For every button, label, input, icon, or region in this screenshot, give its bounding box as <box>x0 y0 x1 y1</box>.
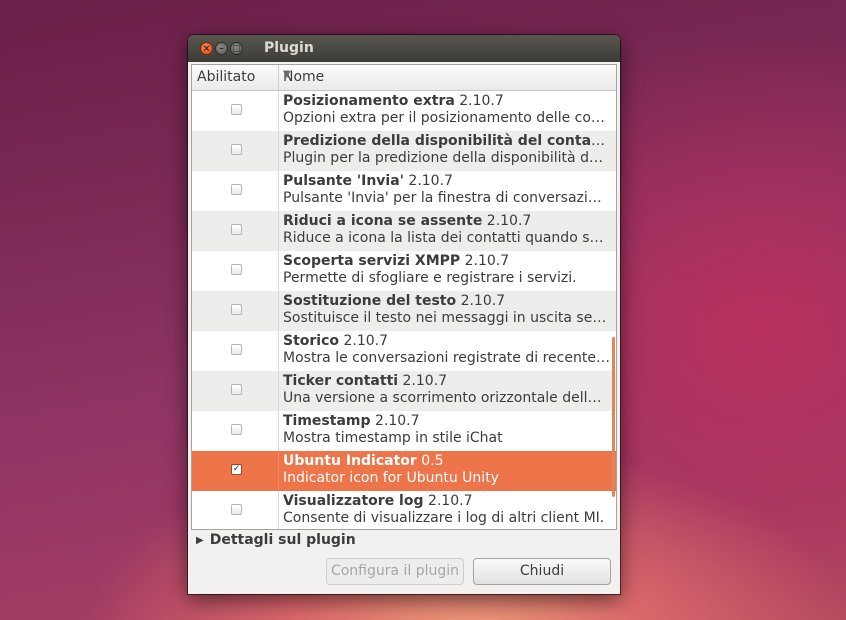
plugin-enabled-checkbox[interactable] <box>231 224 242 235</box>
plugin-title: Posizionamento extra 2.10.7 <box>283 93 610 109</box>
column-divider <box>278 451 279 491</box>
plugin-version: 2.10.7 <box>464 253 510 269</box>
plugin-row[interactable]: Posizionamento extra 2.10.7 Opzioni extra… <box>192 91 616 131</box>
plugin-version: 2.10.7 <box>374 413 420 429</box>
plugin-version: 2.10.7 <box>408 173 453 189</box>
plugin-row[interactable]: Pulsante 'Invia' 2.10.7 Pulsante 'Invia' … <box>192 171 616 211</box>
window-minimize-icon[interactable]: – <box>215 42 228 55</box>
plugin-name: Timestamp <box>283 413 371 429</box>
configure-plugin-button[interactable]: Configura il plugin <box>326 558 464 585</box>
plugin-description: Opzioni extra per il posizionamento dell… <box>283 110 610 126</box>
plugin-enabled-checkbox[interactable] <box>231 384 242 395</box>
plugin-name: Ubuntu Indicator <box>283 453 417 469</box>
column-divider <box>278 211 279 251</box>
plugin-title: Predizione della disponibilità del conta… <box>283 133 610 149</box>
plugin-details-expander[interactable]: ▶ Dettagli sul plugin <box>196 532 356 548</box>
column-header-enabled-label: Abilitato <box>197 69 256 85</box>
plugin-version: 0.5 <box>421 453 444 469</box>
expander-arrow-icon: ▶ <box>196 535 204 546</box>
column-divider <box>278 291 279 331</box>
plugin-description: Plugin per la predizione della disponibi… <box>283 150 610 166</box>
plugin-name: Storico <box>283 333 340 349</box>
plugin-version: 2.10.7 <box>402 373 448 389</box>
plugin-title: Scoperta servizi XMPP 2.10.7 <box>283 253 610 269</box>
column-divider <box>278 171 279 211</box>
plugin-row[interactable]: Riduci a icona se assente 2.10.7 Riduce a… <box>192 211 616 251</box>
plugin-title: Sostituzione del testo 2.10.7 <box>283 293 610 309</box>
plugin-description: Pulsante 'Invia' per la finestra di conv… <box>283 190 610 206</box>
plugin-title: Ticker contatti 2.10.7 <box>283 373 610 389</box>
plugin-description: Sostituisce il testo nei messaggi in usc… <box>283 310 610 326</box>
plugin-title: Timestamp 2.10.7 <box>283 413 610 429</box>
plugin-row[interactable]: Sostituzione del testo 2.10.7 Sostituisce… <box>192 291 616 331</box>
plugin-name: Posizionamento extra <box>283 93 455 109</box>
plugin-row[interactable]: Ticker contatti 2.10.7 Una versione a sco… <box>192 371 616 411</box>
column-header-name[interactable]: Nome ▼ <box>279 65 616 90</box>
plugin-version: 2.10.7 <box>486 213 532 229</box>
plugin-enabled-checkbox[interactable]: ✓ <box>231 464 242 475</box>
plugin-version: 2.10.7 <box>343 333 388 349</box>
plugin-enabled-checkbox[interactable] <box>231 264 242 275</box>
plugin-row[interactable]: Scoperta servizi XMPP 2.10.7 Permette di … <box>192 251 616 291</box>
plugin-row[interactable]: Visualizzatore log 2.10.7 Consente di vis… <box>192 491 616 529</box>
plugin-enabled-checkbox[interactable] <box>231 304 242 315</box>
close-button[interactable]: Chiudi <box>473 558 611 585</box>
plugin-description: Mostra le conversazioni registrate di re… <box>283 350 610 366</box>
plugin-name: Sostituzione del testo <box>283 293 457 309</box>
plugin-name: Riduci a icona se assente <box>283 213 483 229</box>
column-divider <box>278 91 279 131</box>
plugin-description: Mostra timestamp in stile iChat <box>283 430 503 446</box>
plugin-enabled-checkbox[interactable] <box>231 144 242 155</box>
window-maximize-icon[interactable]: □ <box>230 42 243 55</box>
list-header: Abilitato Nome ▼ <box>192 65 616 91</box>
sort-descending-icon: ▼ <box>283 69 291 80</box>
title-bar[interactable]: × – □ Plugin <box>188 35 620 62</box>
plugin-title: Pulsante 'Invia' 2.10.7 <box>283 173 610 189</box>
window-title: Plugin <box>264 40 314 56</box>
plugin-description: Consente di visualizzare i log di altri … <box>283 510 605 526</box>
plugin-name: Ticker contatti <box>283 373 399 389</box>
plugin-enabled-checkbox[interactable] <box>231 504 242 515</box>
plugin-title: Visualizzatore log 2.10.7 <box>283 493 610 509</box>
plugin-title: Storico 2.10.7 <box>283 333 610 349</box>
window-close-icon[interactable]: × <box>200 42 213 55</box>
plugin-enabled-checkbox[interactable] <box>231 104 242 115</box>
plugin-enabled-checkbox[interactable] <box>231 424 242 435</box>
plugin-enabled-checkbox[interactable] <box>231 184 242 195</box>
scrollbar[interactable] <box>612 337 615 497</box>
plugin-name: Pulsante 'Invia' <box>283 173 404 189</box>
plugin-description: Una versione a scorrimento orizzontale d… <box>283 390 610 406</box>
plugin-rows: Posizionamento extra 2.10.7 Opzioni extra… <box>192 91 616 529</box>
plugin-dialog: × – □ Plugin Abilitato Nome ▼ Posizionam… <box>188 35 620 594</box>
plugin-version: 2.10.7 <box>459 93 504 109</box>
plugin-row[interactable]: Storico 2.10.7 Mostra le conversazioni re… <box>192 331 616 371</box>
column-header-enabled[interactable]: Abilitato <box>192 65 279 90</box>
plugin-description: Permette di sfogliare e registrare i ser… <box>283 270 577 286</box>
plugin-enabled-checkbox[interactable] <box>231 344 242 355</box>
plugin-details-label: Dettagli sul plugin <box>209 532 356 548</box>
plugin-description: Riduce a icona la lista dei contatti qua… <box>283 230 610 246</box>
plugin-version: 2.10.7 <box>460 293 506 309</box>
column-divider <box>278 491 279 529</box>
plugin-version: 2.10.7 <box>427 493 473 509</box>
column-divider <box>278 131 279 171</box>
plugin-list[interactable]: Abilitato Nome ▼ Posizionamento extra 2.… <box>191 64 617 530</box>
plugin-row[interactable]: Timestamp 2.10.7 Mostra timestamp in stil… <box>192 411 616 451</box>
plugin-title: Riduci a icona se assente 2.10.7 <box>283 213 610 229</box>
plugin-row[interactable]: Predizione della disponibilità del conta… <box>192 131 616 171</box>
column-divider <box>278 411 279 451</box>
plugin-name: Visualizzatore log <box>283 493 424 509</box>
plugin-name: Scoperta servizi XMPP <box>283 253 461 269</box>
plugin-name: Predizione della disponibilità del conta… <box>283 133 610 149</box>
plugin-row[interactable]: ✓ Ubuntu Indicator 0.5 Indicator icon for … <box>192 451 616 491</box>
column-divider <box>278 371 279 411</box>
plugin-title: Ubuntu Indicator 0.5 <box>283 453 610 469</box>
column-divider <box>278 331 279 371</box>
plugin-description: Indicator icon for Ubuntu Unity <box>283 470 499 486</box>
column-divider <box>278 251 279 291</box>
